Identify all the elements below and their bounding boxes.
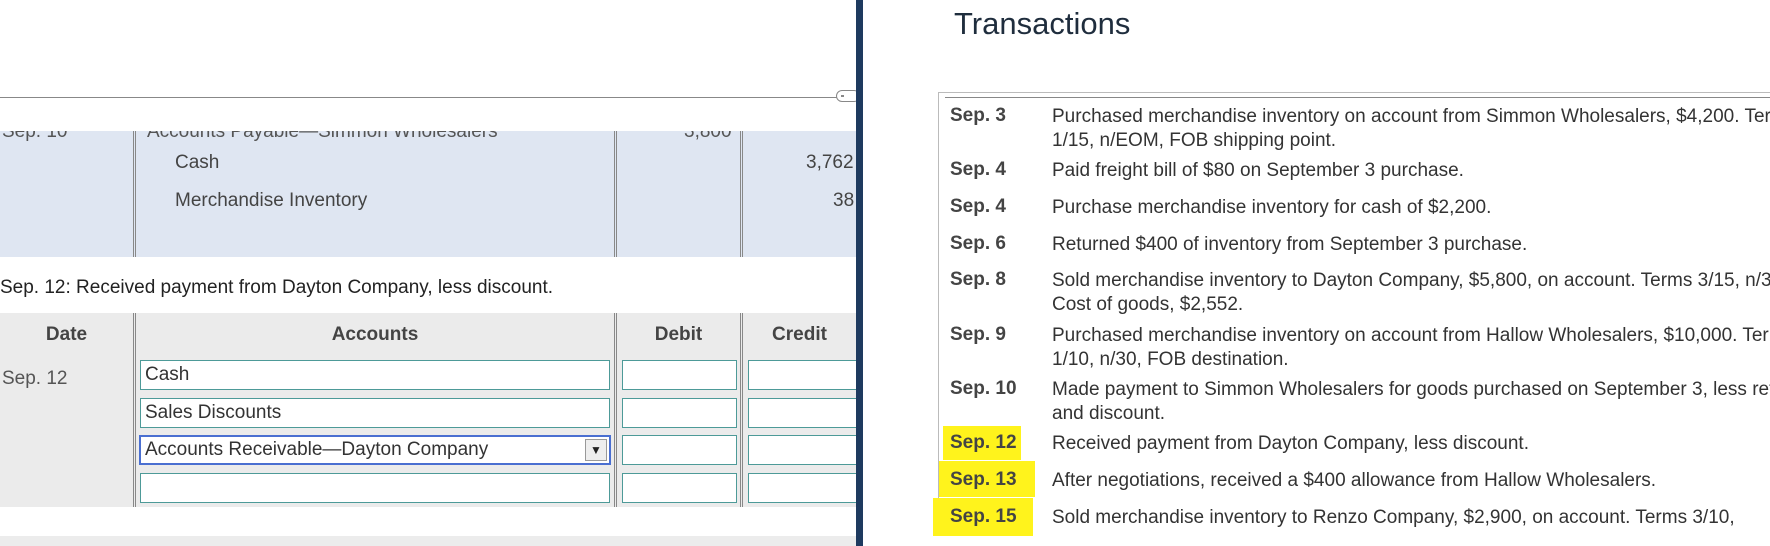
transaction-description: Paid freight bill of $80 on September 3 …: [1052, 160, 1464, 181]
pane-divider[interactable]: [856, 0, 863, 546]
entry-date: Sep. 12: [2, 368, 68, 389]
accounts-column-header: Accounts: [331, 324, 419, 345]
account-select-value: Accounts Receivable—Dayton Company: [145, 439, 489, 460]
transaction-description: After negotiations, received a $400 allo…: [1052, 470, 1657, 491]
panel-title: Transactions: [954, 6, 1131, 41]
scroll-handle[interactable]: [836, 90, 856, 102]
credit-input[interactable]: [748, 435, 856, 465]
previous-entry-account: Merchandise Inventory: [175, 190, 368, 211]
transaction-description: Returned $400 of inventory from Septembe…: [1052, 234, 1528, 255]
account-input[interactable]: Sales Discounts: [140, 398, 610, 428]
debit-input[interactable]: [622, 435, 737, 465]
entry-prompt: Sep. 12: Received payment from Dayton Co…: [0, 277, 554, 298]
transaction-date: Sep. 6: [950, 233, 1006, 254]
date-column-header: Date: [45, 324, 88, 345]
column-separator: [614, 313, 617, 507]
transaction-date: Sep. 8: [950, 269, 1006, 290]
transaction-description: Made payment to Simmon Wholesalers for g…: [1052, 379, 1770, 424]
previous-entry-credit: 38: [833, 190, 855, 211]
transaction-description: Sold merchandise inventory to Renzo Comp…: [1052, 507, 1735, 528]
previous-entry-date: Sep. 10: [2, 131, 68, 142]
debit-input[interactable]: [622, 473, 737, 503]
account-select[interactable]: Accounts Receivable—Dayton Company ▼: [139, 435, 611, 465]
transaction-date: Sep. 4: [950, 196, 1006, 217]
credit-input[interactable]: [748, 360, 856, 390]
dropdown-arrow-icon[interactable]: ▼: [585, 439, 607, 461]
previous-entry-credit: 3,762: [806, 152, 854, 173]
previous-entry-debit-account: Accounts Payable—Simmon Wholesalers: [147, 131, 498, 142]
column-separator: [133, 313, 136, 507]
previous-entry-account: Cash: [175, 152, 220, 173]
debit-column-header: Debit: [654, 324, 703, 345]
account-input[interactable]: Cash: [140, 360, 610, 390]
column-separator: [614, 131, 617, 257]
transaction-date: Sep. 9: [950, 324, 1006, 345]
debit-input[interactable]: [622, 360, 737, 390]
column-separator: [133, 131, 136, 257]
transaction-description: Purchase merchandise inventory for cash …: [1052, 197, 1492, 218]
transaction-date: Sep. 10: [950, 378, 1017, 399]
account-input[interactable]: [140, 473, 610, 503]
transaction-description: Purchased merchandise inventory on accou…: [1052, 325, 1770, 370]
column-separator: [740, 131, 743, 257]
footer-strip: [0, 536, 856, 546]
transactions-pane: Transactions Sep. 3 Purchased merchandis…: [863, 0, 1770, 546]
column-separator: [740, 313, 743, 507]
credit-input[interactable]: [748, 473, 856, 503]
credit-column-header: Credit: [772, 324, 827, 345]
transactions-list: Sep. 3 Purchased merchandise inventory o…: [933, 92, 1770, 536]
debit-input[interactable]: [622, 398, 737, 428]
transaction-date: Sep. 15: [950, 506, 1017, 527]
transaction-description: Received payment from Dayton Company, le…: [1052, 433, 1529, 454]
section-rule: [0, 97, 840, 98]
completed-entry: Sep. 10 Accounts Payable—Simmon Wholesal…: [0, 131, 856, 257]
transaction-description: Purchased merchandise inventory on accou…: [1052, 106, 1770, 151]
transaction-date: Sep. 4: [950, 159, 1006, 180]
credit-input[interactable]: [748, 398, 856, 428]
transaction-date: Sep. 3: [950, 105, 1006, 126]
transaction-date: Sep. 13: [950, 469, 1017, 490]
transaction-description: Sold merchandise inventory to Dayton Com…: [1052, 270, 1770, 315]
journal-pane: Sep. 10 Accounts Payable—Simmon Wholesal…: [0, 0, 856, 546]
transaction-date: Sep. 12: [950, 432, 1017, 453]
journal-entry-form: Date Accounts Debit Credit Sep. 12 Cash …: [0, 313, 856, 507]
previous-entry-debit-amount: 3,800: [684, 131, 732, 142]
